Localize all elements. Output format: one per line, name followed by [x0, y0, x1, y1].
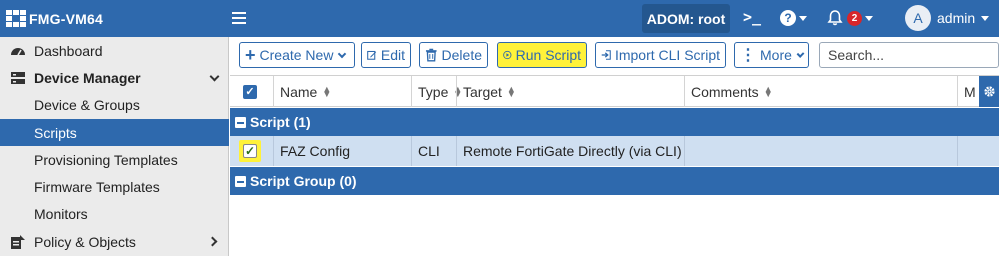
- column-label: Comments: [691, 83, 759, 100]
- column-label: M: [964, 83, 976, 100]
- gear-icon: [983, 86, 995, 97]
- row-checkbox[interactable]: ✓: [243, 144, 257, 158]
- group-row-script[interactable]: Script (1): [230, 108, 999, 136]
- sidebar-item-device-groups[interactable]: Device & Groups: [0, 91, 229, 118]
- sidebar-item-policy-objects[interactable]: Policy & Objects: [0, 228, 229, 255]
- sidebar-item-monitors[interactable]: Monitors: [0, 200, 229, 227]
- chevron-down-icon: [796, 49, 805, 58]
- highlight: ✓: [239, 140, 261, 162]
- sidebar-item-firmware-templates[interactable]: Firmware Templates: [0, 173, 229, 200]
- plus-icon: +: [245, 44, 256, 65]
- collapse-icon[interactable]: [235, 175, 246, 187]
- sidebar-item-label: Firmware Templates: [34, 178, 160, 195]
- search-input[interactable]: [819, 42, 999, 68]
- more-vertical-icon: ⋮: [740, 47, 756, 64]
- app-logo[interactable]: FMG-VM64: [6, 0, 103, 37]
- select-all-cell[interactable]: ✓: [230, 76, 272, 107]
- cell-comments: [684, 136, 957, 166]
- collapse-icon[interactable]: [235, 116, 246, 128]
- sort-icon: ▲ ▼: [763, 83, 773, 99]
- column-label: Type: [418, 83, 449, 100]
- sort-icon: ▲ ▼: [322, 83, 332, 99]
- toolbar: + Create New Edit Delete Run Script Impo…: [230, 37, 999, 75]
- chevron-down-icon: [209, 71, 220, 82]
- delete-button[interactable]: Delete: [419, 42, 488, 68]
- sidebar-item-scripts[interactable]: Scripts: [0, 119, 229, 146]
- caret-down-icon: [865, 15, 873, 21]
- caret-down-icon: [981, 15, 990, 21]
- column-header-target[interactable]: Target ▲ ▼: [456, 76, 684, 107]
- hamburger-menu-icon[interactable]: [230, 9, 248, 27]
- user-menu[interactable]: A admin: [905, 5, 990, 31]
- cell-extra: [957, 136, 999, 166]
- fortinet-logo-icon: [6, 10, 26, 27]
- sidebar-item-label: Monitors: [34, 205, 88, 222]
- notifications-menu[interactable]: 2: [826, 9, 873, 27]
- create-new-button[interactable]: + Create New: [239, 42, 355, 68]
- column-settings-gear-icon[interactable]: [979, 76, 999, 107]
- run-script-label: Run Script: [515, 47, 581, 63]
- edit-icon: [367, 50, 377, 60]
- dashboard-icon: [11, 48, 25, 56]
- sidebar: Dashboard Device Manager Device & Groups…: [0, 37, 229, 256]
- more-button[interactable]: ⋮ More: [734, 42, 809, 68]
- sidebar-item-provisioning-templates[interactable]: Provisioning Templates: [0, 146, 229, 173]
- column-header-type[interactable]: Type ▲ ▼: [411, 76, 462, 107]
- group-label: Script Group (0): [250, 173, 357, 189]
- table-row[interactable]: ✓ FAZ Config CLI Remote FortiGate Direct…: [230, 136, 999, 166]
- sidebar-item-label: Scripts: [34, 124, 77, 141]
- sidebar-item-device-manager[interactable]: Device Manager: [0, 64, 229, 91]
- app-title: FMG-VM64: [29, 10, 103, 27]
- edit-button[interactable]: Edit: [361, 42, 411, 68]
- edit-label: Edit: [380, 47, 405, 63]
- sidebar-item-label: Dashboard: [34, 42, 103, 59]
- bell-icon: [827, 10, 843, 26]
- play-circle-icon: [503, 50, 512, 60]
- cell-type: CLI: [411, 136, 456, 166]
- import-cli-script-button[interactable]: Import CLI Script: [595, 42, 726, 68]
- delete-label: Delete: [441, 47, 482, 63]
- column-label: Name: [280, 83, 318, 100]
- column-label: Target: [463, 83, 502, 100]
- chevron-down-icon: [338, 49, 347, 58]
- sidebar-item-label: Device & Groups: [34, 96, 140, 113]
- column-header-comments[interactable]: Comments ▲ ▼: [684, 76, 957, 107]
- column-header-m[interactable]: M: [957, 76, 979, 107]
- sidebar-item-label: Policy & Objects: [34, 233, 136, 250]
- chevron-right-icon: [207, 236, 218, 247]
- avatar: A: [905, 5, 931, 31]
- policy-objects-icon: [11, 235, 25, 249]
- device-manager-icon: [11, 72, 25, 84]
- cli-console-icon[interactable]: >_: [743, 8, 761, 26]
- notification-count-badge: 2: [847, 10, 862, 26]
- group-row-script-group[interactable]: Script Group (0): [230, 167, 999, 195]
- sidebar-item-label: Provisioning Templates: [34, 151, 178, 168]
- group-label: Script (1): [250, 114, 311, 130]
- import-icon: [601, 50, 611, 60]
- table-header: ✓ Name ▲ ▼ Type ▲ ▼ Target ▲ ▼ Comments ▲ ▼ …: [230, 75, 999, 107]
- sort-icon: ▲ ▼: [506, 83, 516, 99]
- cell-name: FAZ Config: [273, 136, 411, 166]
- help-icon: ?: [780, 10, 796, 26]
- run-script-button[interactable]: Run Script: [497, 42, 587, 68]
- sidebar-item-label: Device Manager: [34, 69, 141, 86]
- import-cli-script-label: Import CLI Script: [614, 47, 720, 63]
- trash-icon: [425, 48, 437, 62]
- more-label: More: [760, 47, 792, 63]
- adom-selector[interactable]: ADOM: root: [642, 4, 730, 33]
- help-menu[interactable]: ?: [780, 10, 807, 26]
- cell-target: Remote FortiGate Directly (via CLI): [456, 136, 684, 166]
- create-new-label: Create New: [259, 47, 334, 63]
- caret-down-icon: [799, 15, 807, 21]
- username: admin: [937, 10, 976, 26]
- sidebar-item-dashboard[interactable]: Dashboard: [0, 37, 229, 64]
- column-header-name[interactable]: Name ▲ ▼: [273, 76, 410, 107]
- row-select-cell[interactable]: ✓: [230, 136, 272, 166]
- select-all-checkbox[interactable]: ✓: [243, 84, 257, 99]
- top-bar: FMG-VM64 ADOM: root >_ ? 2 A admin: [0, 0, 999, 37]
